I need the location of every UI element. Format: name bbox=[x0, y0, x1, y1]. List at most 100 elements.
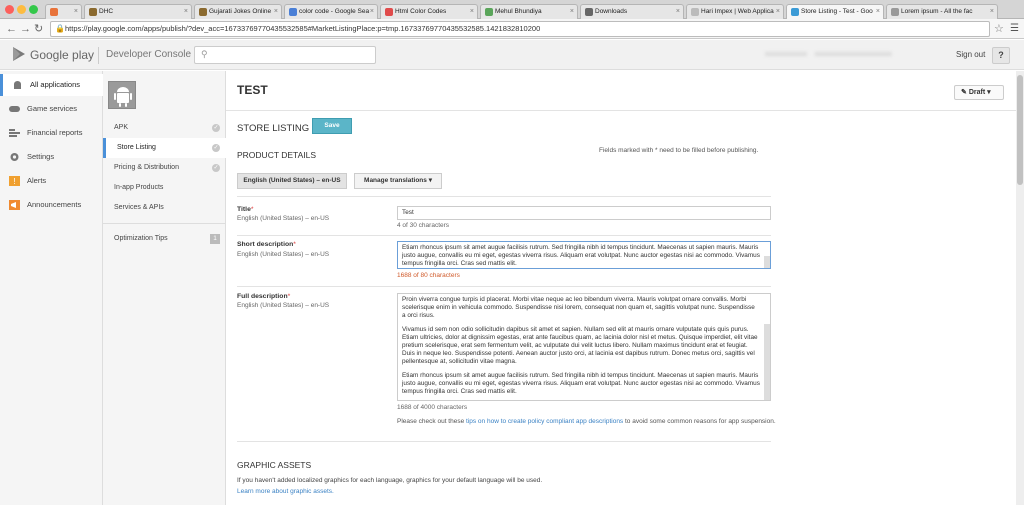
save-button[interactable]: Save bbox=[312, 118, 352, 134]
url-field[interactable]: 🔒 https://play.google.com/apps/publish/?… bbox=[50, 21, 990, 37]
sidebar-item-label: Game services bbox=[27, 104, 78, 113]
tab-title: Lorem ipsum - All the fac bbox=[901, 8, 973, 15]
subnav-item-apk[interactable]: APK ✓ bbox=[103, 118, 226, 138]
browser-menu-icon[interactable]: ☰ bbox=[1010, 23, 1019, 34]
main-content: TEST ✎ Draft ▾ STORE LISTING Save PRODUC… bbox=[226, 71, 1016, 505]
lock-icon: 🔒 bbox=[55, 24, 65, 33]
product-details-heading: PRODUCT DETAILS bbox=[237, 150, 317, 160]
close-tab-icon[interactable]: × bbox=[876, 5, 880, 19]
back-icon[interactable]: ← bbox=[6, 22, 17, 36]
close-tab-icon[interactable]: × bbox=[776, 5, 780, 19]
sidebar-item-all-applications[interactable]: All applications bbox=[0, 74, 103, 96]
textarea-scrollbar[interactable] bbox=[764, 324, 770, 400]
full-description-character-count: 1688 of 4000 characters bbox=[397, 404, 468, 411]
close-tab-icon[interactable]: × bbox=[74, 5, 78, 19]
short-description-textarea[interactable]: Etiam rhoncus ipsum sit amet augue facil… bbox=[397, 241, 771, 269]
sidebar-item-settings[interactable]: Settings bbox=[0, 146, 103, 168]
subnav-item-optimization-tips[interactable]: Optimization Tips 1 bbox=[103, 229, 226, 249]
title-divider bbox=[226, 110, 1016, 111]
subnav-item-in-app-products[interactable]: In-app Products bbox=[103, 178, 226, 198]
browser-tab[interactable]: Gujarati Jokes Online × bbox=[194, 4, 282, 19]
close-tab-icon[interactable]: × bbox=[470, 5, 474, 19]
subnav-item-store-listing[interactable]: Store Listing ✓ bbox=[103, 138, 226, 158]
google-play-logo-icon bbox=[13, 47, 25, 61]
close-tab-icon[interactable]: × bbox=[370, 5, 374, 19]
subnav-item-label: Optimization Tips bbox=[114, 235, 168, 242]
subnav-item-label: Pricing & Distribution bbox=[114, 164, 179, 171]
reload-icon[interactable]: ↻ bbox=[34, 22, 43, 36]
app-icon[interactable] bbox=[108, 81, 136, 109]
close-window-icon[interactable] bbox=[5, 5, 14, 14]
tab-favicon-icon bbox=[691, 8, 699, 16]
manage-translations-label: Manage translations bbox=[364, 177, 427, 184]
full-description-language: English (United States) – en-US bbox=[237, 302, 330, 309]
browser-tab[interactable]: Mehul Bhundiya × bbox=[480, 4, 578, 19]
browser-tab[interactable]: Hari Impex | Web Applica × bbox=[686, 4, 784, 19]
reports-icon bbox=[9, 129, 20, 137]
short-description-text: Etiam rhoncus ipsum sit amet augue facil… bbox=[402, 244, 760, 267]
tab-title: DHC bbox=[99, 8, 114, 15]
section-divider bbox=[237, 196, 771, 197]
close-tab-icon[interactable]: × bbox=[570, 5, 574, 19]
browser-tab[interactable]: DHC × bbox=[84, 4, 192, 19]
browser-tab[interactable]: Store Listing - Test - Goo × bbox=[786, 4, 884, 19]
sign-out-link[interactable]: Sign out bbox=[956, 50, 985, 59]
graphic-assets-note: If you haven't added localized graphics … bbox=[237, 477, 543, 484]
minimize-window-icon[interactable] bbox=[17, 5, 26, 14]
full-description-textarea[interactable]: Proin viverra congue turpis id placerat.… bbox=[397, 293, 771, 401]
default-language-button[interactable]: English (United States) – en-US bbox=[237, 173, 347, 189]
tab-title: Hari Impex | Web Applica bbox=[701, 8, 774, 15]
sidebar-item-label: Financial reports bbox=[27, 128, 83, 137]
textarea-scrollbar[interactable] bbox=[764, 256, 770, 268]
title-input[interactable]: Test bbox=[397, 206, 771, 220]
subnav-item-label: APK bbox=[114, 124, 129, 131]
gamepad-icon bbox=[9, 106, 20, 112]
gear-icon bbox=[10, 153, 19, 161]
chevron-down-icon: ▾ bbox=[428, 177, 432, 184]
tab-title: Gujarati Jokes Online bbox=[209, 8, 272, 15]
main-sidebar: All applications Game services Financial r… bbox=[0, 71, 103, 505]
pencil-icon: ✎ bbox=[961, 89, 967, 96]
sidebar-item-announcements[interactable]: Announcements bbox=[0, 194, 103, 216]
url-text: https://play.google.com/apps/publish/?de… bbox=[65, 24, 541, 33]
close-tab-icon[interactable]: × bbox=[184, 5, 188, 19]
forward-icon[interactable]: → bbox=[20, 22, 31, 36]
tab-favicon-icon bbox=[289, 8, 297, 16]
browser-tab[interactable]: Downloads × bbox=[580, 4, 684, 19]
tab-favicon-icon bbox=[89, 8, 97, 16]
tab-title: color code - Google Sea bbox=[299, 8, 370, 15]
bookmark-star-icon[interactable]: ☆ bbox=[994, 22, 1004, 35]
sidebar-item-financial-reports[interactable]: Financial reports bbox=[0, 122, 103, 144]
subnav-divider bbox=[103, 223, 226, 224]
browser-tab[interactable]: Html Color Codes × bbox=[380, 4, 478, 19]
help-button[interactable]: ? bbox=[992, 47, 1010, 64]
full-description-label: Full description* bbox=[237, 293, 291, 300]
close-tab-icon[interactable]: × bbox=[990, 5, 994, 19]
close-tab-icon[interactable]: × bbox=[274, 5, 278, 19]
sidebar-item-game-services[interactable]: Game services bbox=[0, 98, 103, 120]
draft-status-button[interactable]: ✎ Draft ▾ bbox=[954, 85, 1004, 100]
android-icon bbox=[14, 81, 21, 89]
search-input[interactable]: ⚲ bbox=[194, 46, 376, 64]
graphic-assets-link[interactable]: Learn more about graphic assets. bbox=[237, 488, 334, 495]
zoom-window-icon[interactable] bbox=[29, 5, 38, 14]
tab-favicon-icon bbox=[50, 8, 58, 16]
close-tab-icon[interactable]: × bbox=[676, 5, 680, 19]
policy-tips-link[interactable]: tips on how to create policy compliant a… bbox=[466, 418, 623, 425]
subnav-item-pricing-distribution[interactable]: Pricing & Distribution ✓ bbox=[103, 158, 226, 178]
page-scrollbar-thumb[interactable] bbox=[1017, 75, 1023, 185]
required-fields-note: Fields marked with * need to be filled b… bbox=[599, 147, 759, 154]
browser-tab[interactable]: × bbox=[45, 4, 82, 19]
android-icon bbox=[114, 87, 132, 107]
subnav-item-services-apis[interactable]: Services & APIs bbox=[103, 198, 226, 218]
page-scrollbar[interactable] bbox=[1016, 71, 1024, 505]
app-subnav: APK ✓ Store Listing ✓ Pricing & Distribution… bbox=[103, 71, 226, 505]
tab-title: Store Listing - Test - Goo bbox=[801, 8, 873, 15]
browser-tab[interactable]: color code - Google Sea × bbox=[284, 4, 378, 19]
manage-translations-button[interactable]: Manage translations ▾ bbox=[354, 173, 442, 189]
sidebar-item-alerts[interactable]: ! Alerts bbox=[0, 170, 103, 192]
tab-favicon-icon bbox=[385, 8, 393, 16]
browser-tab[interactable]: Lorem ipsum - All the fac × bbox=[886, 4, 998, 19]
sidebar-item-label: Alerts bbox=[27, 176, 47, 185]
optimization-count-badge: 1 bbox=[210, 234, 220, 244]
